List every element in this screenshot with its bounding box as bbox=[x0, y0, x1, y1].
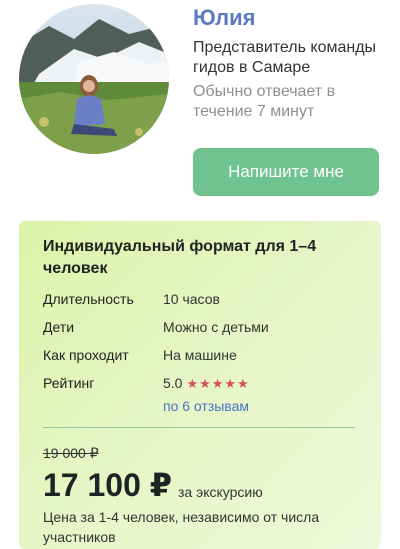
offer-title: Индивидуальный формат для 1–4 человек bbox=[43, 238, 317, 277]
price-note: Цена за 1-4 человек, независимо от числа… bbox=[43, 509, 320, 545]
rating-stars-icon: ★★★★★ bbox=[186, 376, 250, 391]
old-price: 19 000 ₽ bbox=[43, 445, 99, 461]
guide-profile: Юлия Представитель команды гидов в Самар… bbox=[0, 0, 400, 210]
reviews-link[interactable]: по 6 отзывам bbox=[163, 397, 373, 415]
rating-block: 5.0 ★★★★★ по 6 отзывам bbox=[163, 374, 373, 415]
detail-key: Дети bbox=[43, 319, 75, 335]
detail-key: Как проходит bbox=[43, 347, 129, 363]
detail-key: Длительность bbox=[43, 291, 134, 307]
contact-guide-button[interactable]: Напишите мне bbox=[193, 148, 379, 196]
guide-info: Юлия Представитель команды гидов в Самар… bbox=[193, 4, 393, 122]
detail-value: На машине bbox=[163, 347, 237, 363]
detail-value: 10 часов bbox=[163, 291, 220, 307]
divider bbox=[43, 427, 355, 428]
price: 17 100 ₽ bbox=[43, 467, 173, 503]
guide-name[interactable]: Юлия bbox=[193, 4, 393, 32]
guide-avatar[interactable] bbox=[19, 4, 169, 154]
guide-role: Представитель команды гидов в Самаре bbox=[193, 39, 377, 76]
offer-card: Индивидуальный формат для 1–4 человек Дл… bbox=[19, 221, 381, 549]
detail-key: Рейтинг bbox=[43, 375, 95, 391]
price-unit: за экскурсию bbox=[178, 484, 263, 500]
detail-value: Можно с детьми bbox=[163, 319, 269, 335]
rating-value: 5.0 bbox=[163, 375, 183, 391]
guide-reply-time: Обычно отвечает в течение 7 минут bbox=[193, 83, 336, 120]
